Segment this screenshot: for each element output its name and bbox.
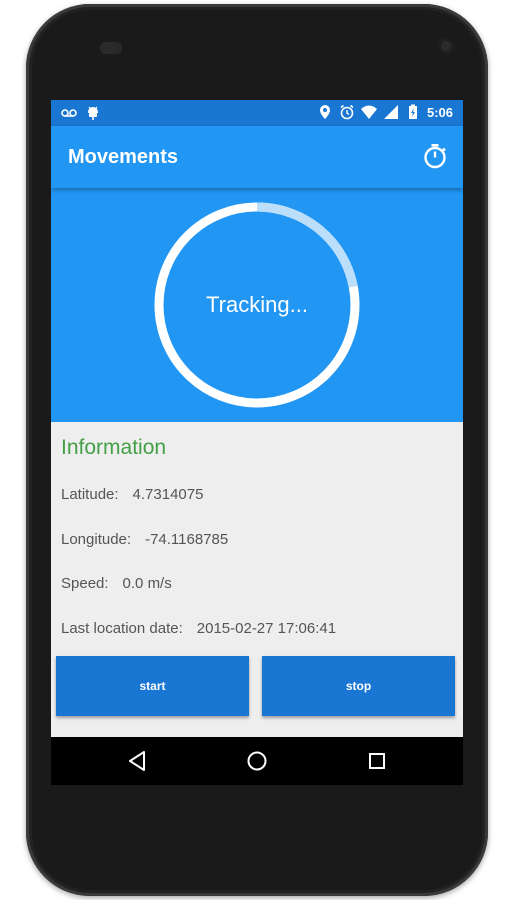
recents-square-icon[interactable] bbox=[365, 749, 389, 773]
speaker-grille bbox=[100, 42, 122, 54]
action-buttons: start stop bbox=[51, 656, 463, 718]
home-circle-icon[interactable] bbox=[245, 749, 269, 773]
speed-label: Speed: bbox=[61, 575, 109, 592]
back-triangle-icon[interactable] bbox=[125, 749, 149, 773]
app-bar: Movements bbox=[51, 126, 463, 188]
app-title: Movements bbox=[68, 146, 179, 168]
longitude-label: Longitude: bbox=[61, 531, 132, 548]
navigation-bar bbox=[51, 737, 463, 785]
stopwatch-icon[interactable] bbox=[421, 142, 449, 170]
tracking-panel: Tracking... bbox=[51, 188, 463, 422]
longitude-value: -74.1168785 bbox=[145, 531, 229, 548]
longitude-row: Longitude: -74.1168785 bbox=[61, 531, 228, 548]
last-location-date-row: Last location date: 2015-02-27 17:06:41 bbox=[61, 620, 336, 637]
stop-button[interactable]: stop bbox=[262, 656, 455, 716]
information-title: Information bbox=[61, 436, 167, 459]
last-location-date-value: 2015-02-27 17:06:41 bbox=[196, 620, 337, 637]
phone-screen: 5:06 Movements Tracking... Information L… bbox=[51, 100, 463, 785]
front-camera bbox=[438, 38, 454, 54]
wifi-icon bbox=[360, 105, 377, 119]
latitude-row: Latitude: 4.7314075 bbox=[61, 486, 203, 503]
battery-charging-icon bbox=[408, 104, 417, 119]
signal-icon bbox=[383, 105, 398, 119]
android-debug-icon bbox=[88, 106, 98, 120]
alarm-icon bbox=[340, 104, 354, 120]
speed-value: 0.0 m/s bbox=[122, 575, 172, 592]
status-bar: 5:06 bbox=[51, 100, 463, 126]
status-time: 5:06 bbox=[426, 104, 453, 120]
start-button[interactable]: start bbox=[56, 656, 249, 716]
last-location-date-label: Last location date: bbox=[61, 620, 183, 637]
speed-row: Speed: 0.0 m/s bbox=[61, 575, 172, 592]
latitude-value: 4.7314075 bbox=[132, 486, 204, 503]
tracking-status-text: Tracking... bbox=[206, 292, 308, 317]
voicemail-icon bbox=[61, 109, 77, 117]
information-section: Information Latitude: 4.7314075 Longitude… bbox=[51, 422, 463, 652]
location-icon bbox=[319, 105, 330, 119]
latitude-label: Latitude: bbox=[61, 486, 119, 503]
